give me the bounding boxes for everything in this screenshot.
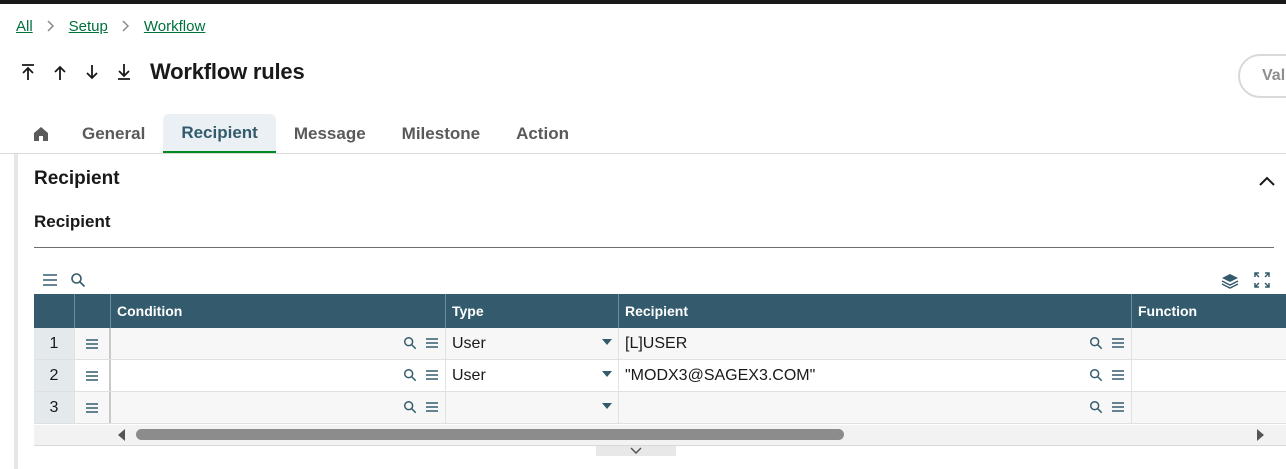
condition-cell[interactable] bbox=[111, 392, 446, 423]
menu-icon[interactable] bbox=[1109, 334, 1127, 352]
search-icon[interactable] bbox=[68, 270, 88, 290]
tab-general[interactable]: General bbox=[64, 114, 163, 154]
recipient-section: Recipient Recipient Condition Type Recip… bbox=[14, 154, 1286, 469]
menu-icon[interactable] bbox=[423, 366, 441, 384]
recipient-cell[interactable]: [L]USER bbox=[619, 328, 1132, 359]
block-divider bbox=[34, 247, 1274, 248]
header-function[interactable]: Function bbox=[1132, 294, 1286, 328]
search-icon[interactable] bbox=[1087, 334, 1105, 352]
header-rownum bbox=[34, 294, 75, 328]
breadcrumb-all[interactable]: All bbox=[16, 18, 33, 35]
chevron-right-icon bbox=[122, 20, 130, 32]
tab-milestone[interactable]: Milestone bbox=[384, 114, 498, 154]
next-record-icon[interactable] bbox=[80, 60, 104, 84]
menu-icon[interactable] bbox=[1109, 398, 1127, 416]
row-menu-icon[interactable] bbox=[75, 360, 111, 391]
search-icon[interactable] bbox=[401, 398, 419, 416]
section-title: Recipient bbox=[34, 168, 120, 189]
menu-icon[interactable] bbox=[423, 398, 441, 416]
dropdown-arrow-icon[interactable] bbox=[602, 339, 612, 345]
search-icon[interactable] bbox=[1087, 398, 1105, 416]
grid-header: Condition Type Recipient Function bbox=[34, 294, 1286, 328]
scrollbar-thumb[interactable] bbox=[136, 429, 844, 440]
recipient-value: "MODX3@SAGEX3.COM" bbox=[625, 366, 816, 384]
page-title: Workflow rules bbox=[150, 59, 305, 84]
function-cell[interactable] bbox=[1132, 360, 1286, 391]
validation-button[interactable]: Val bbox=[1238, 54, 1286, 98]
tab-recipient[interactable]: Recipient bbox=[163, 114, 276, 154]
type-value: User bbox=[452, 366, 486, 384]
header-type[interactable]: Type bbox=[446, 294, 619, 328]
table-row: 3 bbox=[34, 392, 1286, 424]
expand-grid-handle[interactable] bbox=[596, 446, 676, 456]
search-icon[interactable] bbox=[1087, 366, 1105, 384]
menu-icon[interactable] bbox=[1109, 366, 1127, 384]
last-record-icon[interactable] bbox=[112, 60, 136, 84]
tab-action[interactable]: Action bbox=[498, 114, 587, 154]
horizontal-scrollbar[interactable] bbox=[34, 425, 1286, 445]
search-icon[interactable] bbox=[401, 334, 419, 352]
row-menu-icon[interactable] bbox=[75, 328, 111, 359]
breadcrumb-setup[interactable]: Setup bbox=[69, 18, 108, 35]
title-bar: Workflow rules bbox=[16, 56, 305, 88]
first-record-icon[interactable] bbox=[16, 60, 40, 84]
tab-bar: General Recipient Message Milestone Acti… bbox=[18, 114, 587, 154]
function-cell[interactable] bbox=[1132, 328, 1286, 359]
block-title: Recipient bbox=[34, 212, 111, 231]
table-row: 1 User [L]USER bbox=[34, 328, 1286, 360]
menu-icon[interactable] bbox=[40, 270, 60, 290]
top-bar bbox=[0, 0, 1286, 4]
tab-home[interactable] bbox=[18, 114, 64, 154]
home-icon bbox=[34, 127, 48, 141]
chevron-down-icon bbox=[630, 447, 642, 455]
type-cell[interactable]: User bbox=[446, 328, 619, 359]
row-number: 3 bbox=[34, 392, 75, 423]
fullscreen-icon[interactable] bbox=[1252, 270, 1272, 290]
condition-cell[interactable] bbox=[111, 360, 446, 391]
row-number: 2 bbox=[34, 360, 75, 391]
header-condition[interactable]: Condition bbox=[111, 294, 446, 328]
type-cell[interactable]: User bbox=[446, 360, 619, 391]
recipient-value: [L]USER bbox=[625, 334, 688, 352]
recipient-grid: Condition Type Recipient Function 1 User… bbox=[34, 294, 1286, 424]
type-value: User bbox=[452, 334, 486, 352]
scroll-right-icon[interactable] bbox=[1257, 429, 1264, 441]
table-row: 2 User "MODX3@SAGEX3.COM" bbox=[34, 360, 1286, 392]
recipient-cell[interactable] bbox=[619, 392, 1132, 423]
row-number: 1 bbox=[34, 328, 75, 359]
row-menu-icon[interactable] bbox=[75, 392, 111, 423]
grid-body: 1 User [L]USER 2 User "MODX3@SAGEX3.COM"… bbox=[34, 328, 1286, 424]
breadcrumb: All Setup Workflow bbox=[16, 16, 205, 36]
menu-icon[interactable] bbox=[423, 334, 441, 352]
scroll-left-icon[interactable] bbox=[118, 429, 125, 441]
dropdown-arrow-icon[interactable] bbox=[602, 371, 612, 377]
type-cell[interactable] bbox=[446, 392, 619, 423]
function-cell[interactable] bbox=[1132, 392, 1286, 423]
header-menu bbox=[75, 294, 111, 328]
header-recipient[interactable]: Recipient bbox=[619, 294, 1132, 328]
dropdown-arrow-icon[interactable] bbox=[602, 403, 612, 409]
layers-icon[interactable] bbox=[1220, 271, 1240, 291]
breadcrumb-workflow[interactable]: Workflow bbox=[144, 18, 205, 35]
chevron-right-icon bbox=[47, 20, 55, 32]
collapse-chevron-icon[interactable] bbox=[1256, 170, 1278, 192]
search-icon[interactable] bbox=[401, 366, 419, 384]
condition-cell[interactable] bbox=[111, 328, 446, 359]
tab-message[interactable]: Message bbox=[276, 114, 384, 154]
previous-record-icon[interactable] bbox=[48, 60, 72, 84]
recipient-cell[interactable]: "MODX3@SAGEX3.COM" bbox=[619, 360, 1132, 391]
